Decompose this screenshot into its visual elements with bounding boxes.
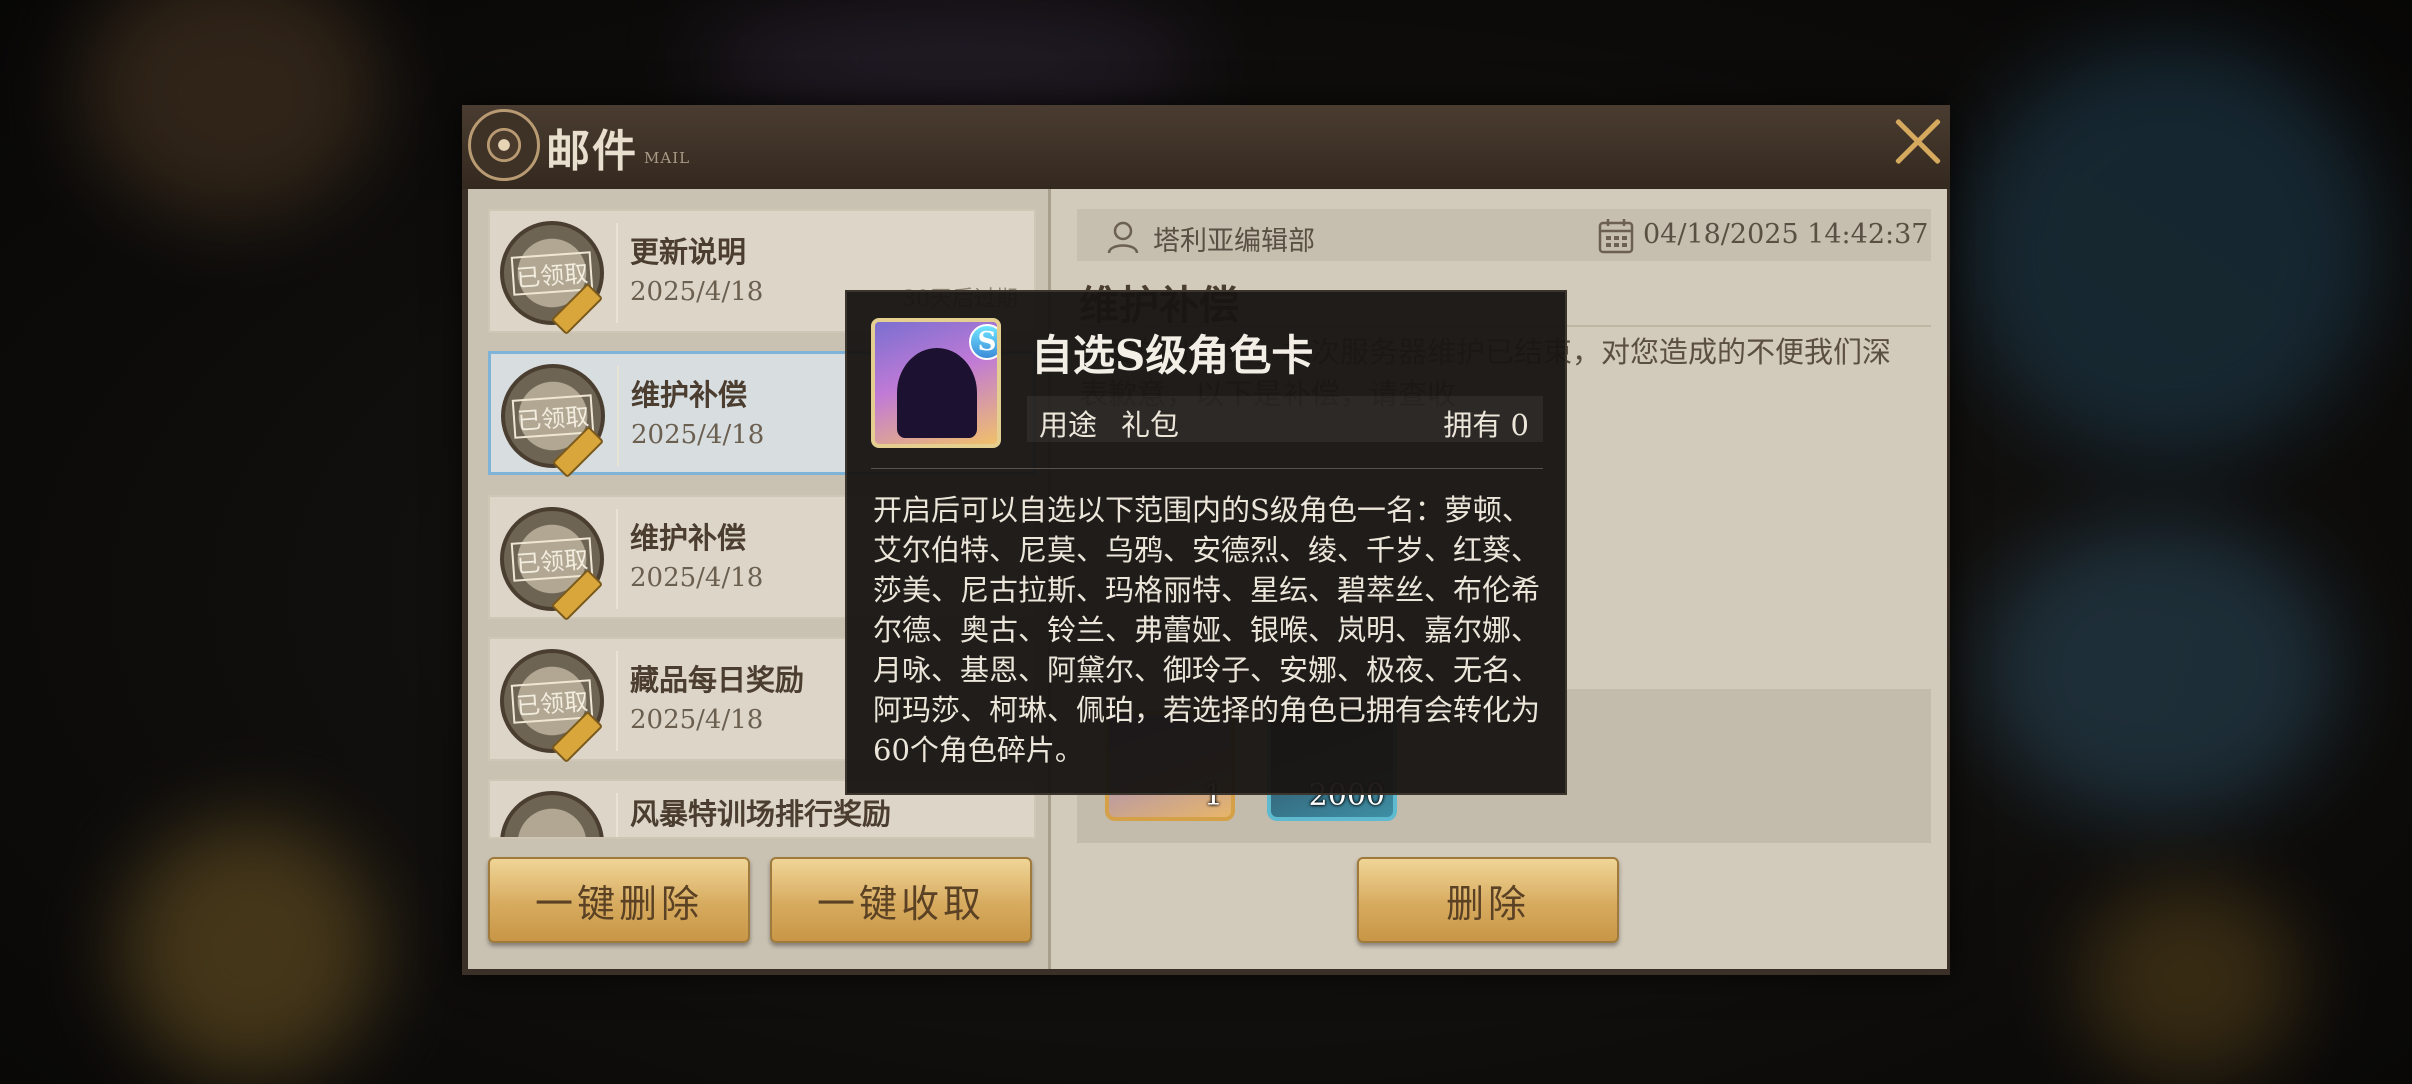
mail-subtitle: MAIL [644,149,691,167]
mail-emblem-icon [468,109,540,181]
divider [617,366,619,466]
character-silhouette [897,348,977,438]
claim-all-button[interactable]: 一键收取 [770,857,1032,943]
owned-count: 拥有 0 [1443,408,1529,442]
mail-item-title: 藏品每日奖励 [630,663,805,697]
mail-header: 邮件 MAIL [462,105,1950,189]
list-fade [468,837,1048,851]
mail-datetime: 04/18/2025 14:42:37 [1643,219,1929,250]
mail-title: 邮件 [546,126,638,177]
mail-item-date: 2025/4/18 [631,420,765,450]
divider [616,223,618,323]
mail-item-date: 2025/4/18 [630,277,764,307]
divider [616,793,618,837]
item-name: 自选S级角色卡 [1031,331,1314,380]
divider [616,509,618,609]
mail-info-bar: 塔利亚编辑部 04/18/2025 14:42:37 [1077,209,1931,261]
user-icon [1107,221,1139,254]
mail-item-title: 维护补偿 [630,521,747,555]
divider [871,468,1543,469]
mail-item-title: 维护补偿 [631,378,748,412]
mail-item-title: 更新说明 [630,235,747,269]
item-description: 开启后可以自选以下范围内的S级角色一名：萝顿、艾尔伯特、尼莫、乌鸦、安德烈、绫、… [873,493,1541,767]
calendar-icon [1598,219,1634,254]
character-card-icon: S [871,318,1001,448]
s-rank-badge: S [969,324,997,360]
mail-item-title: 风暴特训场排行奖励 [630,797,892,831]
divider [616,651,618,751]
mail-item-date: 2025/4/18 [630,705,764,735]
delete-button[interactable]: 删除 [1357,857,1619,943]
mail-item-date: 2025/4/18 [630,563,764,593]
item-tooltip: S 自选S级角色卡 用途 礼包 拥有 0 开启后可以自选以下范围内的S级角色一名… [845,290,1567,795]
item-meta-bar: 用途 礼包 拥有 0 [1027,396,1543,442]
claimed-badge [500,791,604,837]
usage-label: 用途 [1039,408,1098,442]
delete-all-button[interactable]: 一键删除 [488,857,750,943]
mail-sender: 塔利亚编辑部 [1153,226,1315,257]
usage-value: 礼包 [1121,408,1180,442]
close-icon[interactable] [1882,107,1952,177]
